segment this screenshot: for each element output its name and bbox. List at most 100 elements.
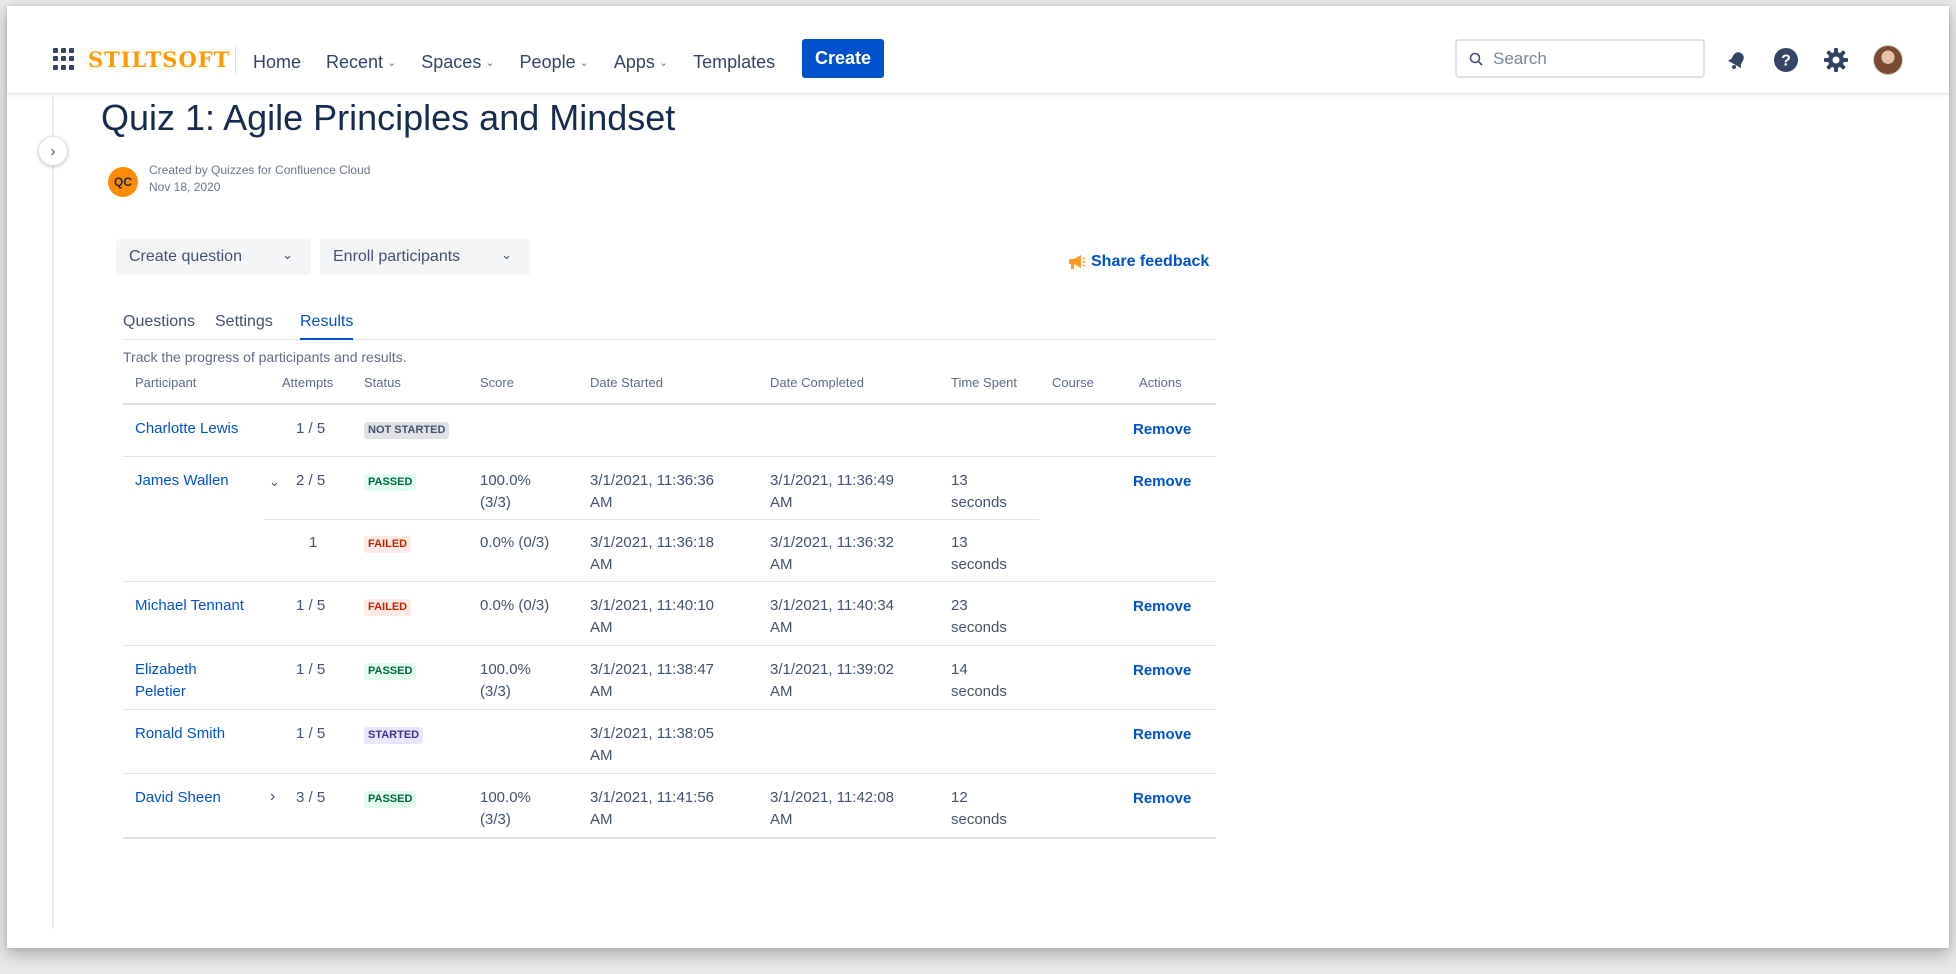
date-started: 3/1/2021, 11:36:36 AM	[590, 470, 714, 514]
app-switcher-icon[interactable]	[53, 48, 75, 70]
date-completed-date: 3/1/2021, 11:36:49	[770, 472, 894, 489]
app-window: STILTSOFT Home Recent ⌄ Spaces ⌄ People ⌄ A…	[7, 6, 1949, 948]
time-spent-value: 13	[951, 472, 968, 489]
attempts-count: 1 / 5	[296, 420, 326, 437]
participant-name-link[interactable]: Ronald Smith	[135, 723, 225, 745]
settings-gear-icon[interactable]	[1822, 46, 1850, 74]
participant-name-link[interactable]: James Wallen	[135, 470, 229, 492]
top-navigation: STILTSOFT Home Recent ⌄ Spaces ⌄ People ⌄ A…	[7, 6, 1949, 94]
status-badge: NOT STARTED	[364, 422, 450, 439]
status-badge: PASSED	[364, 791, 417, 808]
column-header-score: Score	[480, 375, 514, 390]
date-completed-ampm: AM	[770, 619, 793, 636]
remove-button[interactable]: Remove	[1133, 421, 1191, 438]
remove-button[interactable]: Remove	[1133, 598, 1191, 615]
date-started-date: 3/1/2021, 11:36:36	[590, 472, 714, 489]
score: 0.0% (0/3)	[480, 534, 550, 551]
help-icon[interactable]: ?	[1772, 46, 1800, 74]
date-started: 3/1/2021, 11:38:47 AM	[590, 659, 714, 703]
score: 100.0% (3/3)	[480, 470, 531, 514]
status-badge: STARTED	[364, 727, 424, 744]
nav-recent-label: Recent	[326, 52, 384, 72]
score-percent: 100.0%	[480, 789, 531, 806]
nav-apps[interactable]: Apps ⌄	[614, 52, 668, 73]
date-started-date: 3/1/2021, 11:38:05	[590, 725, 714, 742]
time-spent-unit: seconds	[951, 556, 1007, 573]
tab-results[interactable]: Results	[300, 313, 354, 340]
date-completed-ampm: AM	[770, 556, 793, 573]
score-percent: 100.0%	[480, 661, 531, 678]
nav-links: Home Recent ⌄ Spaces ⌄ People ⌄ Apps ⌄ Templ…	[253, 52, 800, 73]
nav-people-label: People	[519, 52, 576, 72]
time-spent-value: 14	[951, 661, 968, 678]
nav-templates[interactable]: Templates	[693, 52, 775, 73]
author-avatar[interactable]: QC	[108, 167, 138, 197]
nav-home[interactable]: Home	[253, 52, 301, 73]
status-badge: PASSED	[364, 474, 417, 491]
date-completed: 3/1/2021, 11:40:34 AM	[770, 595, 894, 639]
nav-recent[interactable]: Recent ⌄	[326, 52, 396, 73]
status-badge: FAILED	[364, 536, 412, 553]
date-completed: 3/1/2021, 11:39:02 AM	[770, 659, 894, 703]
date-started-date: 3/1/2021, 11:36:18	[590, 534, 714, 551]
page-byline: Created by Quizzes for Confluence Cloud …	[149, 162, 370, 196]
date-started-ampm: AM	[590, 747, 613, 764]
score: 100.0% (3/3)	[480, 659, 531, 703]
user-avatar[interactable]	[1873, 45, 1903, 75]
search-icon	[1469, 52, 1483, 66]
time-spent-value: 23	[951, 597, 968, 614]
participant-name-link[interactable]: Michael Tennant	[135, 595, 244, 617]
search-field[interactable]	[1455, 39, 1705, 78]
time-spent: 13 seconds	[951, 470, 1007, 514]
tab-settings[interactable]: Settings	[215, 313, 273, 331]
time-spent: 14 seconds	[951, 659, 1007, 703]
nav-spaces-label: Spaces	[421, 52, 482, 72]
status-badge: PASSED	[364, 663, 417, 680]
participant-name-link[interactable]: Charlotte Lewis	[135, 418, 238, 440]
remove-button[interactable]: Remove	[1133, 662, 1191, 679]
chevron-down-icon: ⌄	[485, 57, 495, 69]
tab-questions[interactable]: Questions	[123, 313, 195, 331]
date-started-ampm: AM	[590, 494, 613, 511]
attempts-count: 1 / 5	[296, 725, 326, 742]
megaphone-icon	[1069, 255, 1086, 269]
create-button[interactable]: Create	[802, 39, 884, 78]
table-row: Ronald Smith 1 / 5 STARTED 3/1/2021, 11:…	[123, 710, 1216, 773]
time-spent-value: 13	[951, 534, 968, 551]
remove-button[interactable]: Remove	[1133, 790, 1191, 807]
remove-button[interactable]: Remove	[1133, 726, 1191, 743]
share-feedback-link[interactable]: Share feedback	[1067, 253, 1209, 271]
attempts-count: 1 / 5	[296, 597, 326, 614]
date-completed: 3/1/2021, 11:42:08 AM	[770, 787, 894, 831]
nav-spaces[interactable]: Spaces ⌄	[421, 52, 494, 73]
results-intro-text: Track the progress of participants and r…	[123, 349, 407, 365]
participant-name-link[interactable]: Elizabeth Peletier	[135, 659, 197, 703]
nav-people[interactable]: People ⌄	[520, 52, 589, 73]
attempts-count: 3 / 5	[296, 789, 326, 806]
date-completed-ampm: AM	[770, 811, 793, 828]
chevron-down-icon[interactable]: ⌄	[269, 474, 280, 490]
stiltsoft-logo[interactable]: STILTSOFT	[88, 47, 230, 72]
expand-sidebar-button[interactable]: ›	[38, 136, 68, 166]
date-completed-date: 3/1/2021, 11:39:02	[770, 661, 894, 678]
attempts-count: 2 / 5	[296, 472, 326, 489]
chevron-right-icon[interactable]: ›	[270, 788, 275, 806]
enroll-participants-label: Enroll participants	[333, 248, 461, 265]
participant-name-link[interactable]: David Sheen	[135, 787, 221, 809]
chevron-down-icon: ⌄	[387, 57, 397, 69]
search-input[interactable]	[1493, 48, 1673, 69]
date-started: 3/1/2021, 11:40:10 AM	[590, 595, 714, 639]
table-row: Michael Tennant 1 / 5 FAILED 0.0% (0/3) …	[123, 582, 1216, 645]
table-row: David Sheen › 3 / 5 PASSED 100.0% (3/3) …	[123, 774, 1216, 837]
nav-templates-label: Templates	[693, 52, 776, 72]
notifications-bell-icon[interactable]	[1723, 46, 1751, 74]
chevron-down-icon: ⌄	[579, 57, 589, 69]
date-started-ampm: AM	[590, 619, 613, 636]
column-header-time-spent: Time Spent	[951, 375, 1017, 390]
remove-button[interactable]: Remove	[1133, 473, 1191, 490]
column-header-attempts: Attempts	[282, 375, 334, 390]
table-row: Elizabeth Peletier 1 / 5 PASSED 100.0% (…	[123, 646, 1216, 709]
create-question-dropdown[interactable]: Create question ⌄	[116, 239, 311, 275]
enroll-participants-dropdown[interactable]: Enroll participants ⌄	[320, 239, 530, 275]
date-completed-date: 3/1/2021, 11:40:34	[770, 597, 894, 614]
